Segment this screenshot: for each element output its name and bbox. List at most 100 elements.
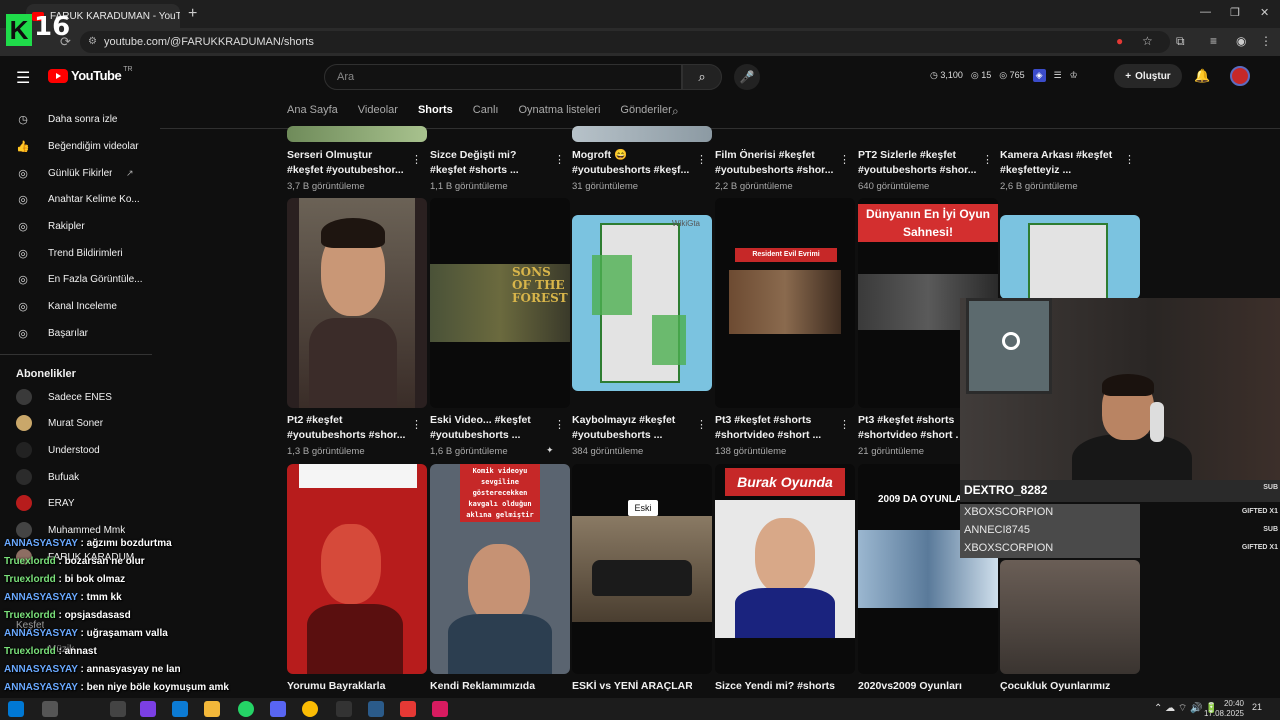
discord-icon[interactable] xyxy=(270,701,286,717)
sidebar-item-watch-later[interactable]: ◷ Daha sonra izle xyxy=(0,106,160,132)
more-options-icon[interactable]: ⋮ xyxy=(839,418,850,431)
short-thumbnail[interactable] xyxy=(1000,560,1140,674)
whatsapp-icon[interactable] xyxy=(238,701,254,717)
sidebar-item-liked-videos[interactable]: 👍 Beğendiğim videolar xyxy=(0,133,160,159)
bookmark-star-icon[interactable]: ☆ xyxy=(1142,34,1153,48)
video-title[interactable]: Serseri Olmuştur xyxy=(287,148,407,163)
sidebar-item-most-viewed[interactable]: ◎ En Fazla Görüntüle... xyxy=(0,266,160,292)
video-title[interactable]: PT2 Sizlerle #keşfet xyxy=(858,148,978,163)
magic-wand-icon[interactable]: ✦ xyxy=(546,445,554,456)
short-thumbnail[interactable] xyxy=(1000,215,1140,299)
video-title[interactable]: Pt3 #keşfet #shorts xyxy=(858,413,958,428)
hamburger-menu-icon[interactable]: ☰ xyxy=(16,68,30,88)
subscription-item[interactable]: Understood xyxy=(0,437,160,463)
app-icon[interactable] xyxy=(368,701,384,717)
video-title-line2[interactable]: #youtubeshorts #shor... xyxy=(287,428,407,443)
app-icon[interactable] xyxy=(400,701,416,717)
video-title[interactable]: Yorumu Bayraklarla xyxy=(287,679,407,694)
sidebar-item-trend-alerts[interactable]: ◎ Trend Bildirimleri xyxy=(0,240,160,266)
short-thumbnail[interactable]: SONS OF THE FOREST xyxy=(430,198,570,408)
short-thumbnail[interactable] xyxy=(287,464,427,674)
trophy-icon[interactable]: ♔ xyxy=(1070,70,1078,81)
more-options-icon[interactable]: ⋮ xyxy=(411,418,422,431)
youtube-logo[interactable]: YouTube TR xyxy=(48,66,133,83)
video-title-line2[interactable]: #keşfet #shorts ... xyxy=(430,163,550,178)
short-thumbnail[interactable] xyxy=(287,198,427,408)
browser-menu-icon[interactable]: ⋮ xyxy=(1260,34,1272,48)
close-window-icon[interactable]: ✕ xyxy=(1260,6,1269,19)
restore-icon[interactable]: ❐ xyxy=(1230,6,1240,19)
short-thumbnail[interactable]: Burak Oyunda xyxy=(715,464,855,674)
more-options-icon[interactable]: ⋮ xyxy=(411,153,422,166)
video-title[interactable]: Kendi Reklamımızıda xyxy=(430,679,550,694)
file-explorer-icon[interactable] xyxy=(204,701,220,717)
site-info-icon[interactable]: ⚙ xyxy=(88,36,97,47)
short-thumbnail[interactable]: Resident Evil Evrimi xyxy=(715,198,855,408)
clock[interactable]: 20:40 17.08.2025 xyxy=(1196,699,1244,719)
video-title[interactable]: Pt2 #keşfet xyxy=(287,413,407,428)
video-title-line2[interactable]: #youtubeshorts #keşf... xyxy=(572,163,692,178)
new-tab-button[interactable]: + xyxy=(188,5,197,23)
video-title[interactable]: Çocukluk Oyunlarımız xyxy=(1000,679,1120,694)
tab-videos[interactable]: Videolar xyxy=(358,104,398,116)
search-button[interactable]: ⌕ xyxy=(682,64,722,90)
sidebar-item-achievements[interactable]: ◎ Başarılar xyxy=(0,320,160,346)
extensions-icon[interactable]: ⧉ xyxy=(1176,34,1185,49)
sidebar-item-keywords[interactable]: ◎ Anahtar Kelime Ko... xyxy=(0,186,160,212)
video-title[interactable]: Pt3 #keşfet #shorts xyxy=(715,413,835,428)
video-title[interactable]: Film Önerisi #keşfet xyxy=(715,148,835,163)
video-title[interactable]: Kamera Arkası #keşfet xyxy=(1000,148,1120,163)
video-title[interactable]: ESKİ vs YENİ ARAÇLAR xyxy=(572,679,692,694)
video-title-line2[interactable]: #youtubeshorts #shor... xyxy=(715,163,835,178)
video-title[interactable]: 2020vs2009 Oyunları xyxy=(858,679,978,694)
more-options-icon[interactable]: ⋮ xyxy=(696,153,707,166)
subscription-item[interactable]: ERAY xyxy=(0,490,160,516)
sidebar-item-daily-ideas[interactable]: ◎ Günlük Fikirler ↗ xyxy=(0,160,160,186)
video-title[interactable]: Sizce Değişti mi? xyxy=(430,148,550,163)
video-title-line2[interactable]: #shortvideo #short ... xyxy=(715,428,835,443)
more-options-icon[interactable]: ⋮ xyxy=(554,153,565,166)
video-title-line2[interactable]: #keşfet #youtubeshor... xyxy=(287,163,407,178)
tab-live[interactable]: Canlı xyxy=(473,104,499,116)
video-title[interactable]: Mogroft 😄 xyxy=(572,148,692,163)
voice-search-button[interactable]: 🎤 xyxy=(734,64,760,90)
short-thumbnail[interactable] xyxy=(572,126,712,142)
short-thumbnail[interactable]: Komik videoyu sevgiline gösterecekken ka… xyxy=(430,464,570,674)
more-options-icon[interactable]: ⋮ xyxy=(1124,153,1135,166)
short-thumbnail[interactable]: Eski xyxy=(572,464,712,674)
video-title-line2[interactable]: #youtubeshorts ... xyxy=(572,428,692,443)
obs-icon[interactable] xyxy=(336,701,352,717)
create-button[interactable]: + Oluştur xyxy=(1114,64,1182,88)
extension-badge-icon[interactable]: ◈ xyxy=(1032,69,1046,82)
more-options-icon[interactable]: ⋮ xyxy=(696,418,707,431)
notifications-bell-icon[interactable]: 🔔 xyxy=(1194,68,1210,84)
subscription-item[interactable]: Bufuak xyxy=(0,464,160,490)
video-title[interactable]: Sizce Yendi mi? #shorts xyxy=(715,679,835,694)
tab-home[interactable]: Ana Sayfa xyxy=(287,104,338,116)
chrome-icon[interactable] xyxy=(302,701,318,717)
video-title-line2[interactable]: #youtubeshorts ... xyxy=(430,428,550,443)
address-bar[interactable]: ⚙ youtube.com/@FARUKKRADUMAN/shorts xyxy=(80,31,1170,53)
account-avatar[interactable] xyxy=(1230,66,1250,86)
tab-playlists[interactable]: Oynatma listeleri xyxy=(518,104,600,116)
tab-posts[interactable]: Gönderiler xyxy=(620,104,671,116)
copilot-icon[interactable] xyxy=(140,701,156,717)
video-title-line2[interactable]: #keşfetteyiz ... xyxy=(1000,163,1120,178)
profile-icon[interactable]: ◉ xyxy=(1236,34,1246,48)
minimize-icon[interactable]: — xyxy=(1200,6,1211,18)
app-icon[interactable] xyxy=(432,701,448,717)
short-thumbnail[interactable] xyxy=(287,126,427,142)
windows-start-icon[interactable] xyxy=(8,701,24,717)
video-title[interactable]: Kaybolmayız #keşfet xyxy=(572,413,692,428)
channel-search-icon[interactable]: ⌕ xyxy=(672,104,679,119)
short-thumbnail[interactable]: WikiGta xyxy=(572,215,712,391)
more-options-icon[interactable]: ⋮ xyxy=(554,418,565,431)
media-control-icon[interactable]: ≡ xyxy=(1210,34,1217,48)
search-icon[interactable] xyxy=(42,701,58,717)
more-options-icon[interactable]: ⋮ xyxy=(839,153,850,166)
subscription-item[interactable]: Murat Soner xyxy=(0,410,160,436)
sidebar-item-competitors[interactable]: ◎ Rakipler xyxy=(0,213,160,239)
notification-count[interactable]: 21 xyxy=(1252,702,1262,712)
subscription-item[interactable]: Sadece ENES xyxy=(0,384,160,410)
task-view-icon[interactable] xyxy=(110,701,126,717)
